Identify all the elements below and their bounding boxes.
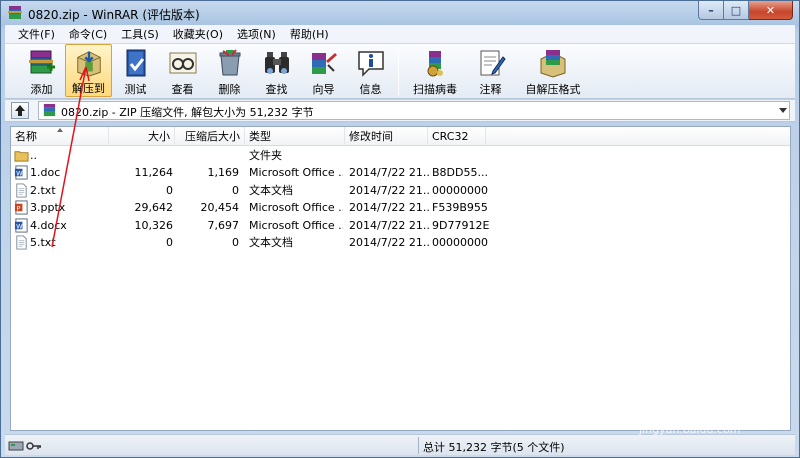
baidu-jingyan-watermark: Bai du 经验 jingyan.baidu.com — [615, 392, 751, 436]
delete-label: 删除 — [218, 83, 241, 96]
find-button[interactable]: 查找 — [253, 44, 300, 97]
view-label: 查看 — [171, 83, 194, 96]
svg-text:W: W — [16, 222, 23, 230]
test-label: 测试 — [124, 83, 147, 96]
list-item[interactable]: W 1.doc 11,264 1,169 Microsoft Office ..… — [11, 164, 790, 181]
toolbar-separator — [398, 47, 399, 95]
menu-options[interactable]: 选项(N) — [230, 26, 283, 42]
toolbar: 添加 解压到 测试 查看 删除 查找 向导 信息 扫描病毒 注释 自解压格式 — [5, 44, 795, 99]
svg-text:W: W — [16, 170, 23, 178]
svg-text:du: du — [671, 392, 708, 422]
column-packed[interactable]: 压缩后大小 — [175, 127, 245, 146]
list-item[interactable]: W 4.docx 10,326 7,697 Microsoft Office .… — [11, 217, 790, 234]
status-divider — [418, 437, 419, 454]
extract-to-icon — [76, 51, 101, 77]
add-label: 添加 — [30, 83, 53, 96]
window-title: 0820.zip - WinRAR (评估版本) — [28, 8, 200, 22]
test-button[interactable]: 测试 — [112, 44, 159, 97]
add-button[interactable]: 添加 — [18, 44, 65, 97]
minimize-button[interactable]: – — [698, 1, 724, 20]
extract-to-label: 解压到 — [72, 82, 105, 95]
wizard-icon — [311, 53, 337, 74]
wizard-button[interactable]: 向导 — [300, 44, 347, 97]
word-doc-icon: W — [14, 165, 28, 180]
list-item[interactable]: .. 文件夹 — [11, 147, 790, 164]
virus-scan-button[interactable]: 扫描病毒 — [403, 44, 467, 97]
svg-text:P: P — [16, 204, 20, 212]
status-total: 总计 51,232 字节(5 个文件) — [423, 441, 565, 454]
column-crc32[interactable]: CRC32 — [428, 127, 486, 146]
text-file-icon — [16, 183, 27, 198]
menu-commands[interactable]: 命令(C) — [62, 26, 114, 42]
menu-favorites[interactable]: 收藏夹(O) — [166, 26, 230, 42]
info-icon — [357, 51, 384, 77]
file-list[interactable]: 名称 大小 压缩后大小 类型 修改时间 CRC32 .. 文件夹 W 1.doc… — [10, 126, 791, 431]
column-header: 名称 大小 压缩后大小 类型 修改时间 CRC32 — [11, 127, 790, 146]
comment-icon — [480, 50, 506, 76]
status-bar: 总计 51,232 字节(5 个文件) — [5, 434, 795, 455]
find-binoculars-icon — [264, 52, 289, 74]
extract-to-button[interactable]: 解压到 — [65, 44, 112, 97]
word-doc-icon: W — [14, 218, 28, 233]
title-bar[interactable]: 0820.zip - WinRAR (评估版本) – □ ✕ — [1, 1, 799, 25]
archive-path: 0820.zip - ZIP 压缩文件, 解包大小为 51,232 字节 — [61, 106, 314, 119]
powerpoint-icon: P — [14, 200, 28, 215]
folder-icon — [14, 151, 29, 162]
file-rows: .. 文件夹 W 1.doc 11,264 1,169 Microsoft Of… — [11, 147, 790, 251]
svg-text:经验: 经验 — [707, 396, 751, 421]
virus-scan-label: 扫描病毒 — [413, 83, 457, 96]
column-size[interactable]: 大小 — [109, 127, 175, 146]
winrar-app-icon — [8, 6, 22, 19]
text-file-icon — [16, 235, 27, 250]
sfx-label: 自解压格式 — [525, 83, 581, 96]
list-item[interactable]: 5.txt 0 0 文本文档 2014/7/22 21... 00000000 — [11, 234, 790, 251]
up-folder-button[interactable] — [11, 102, 29, 119]
sfx-button[interactable]: 自解压格式 — [514, 44, 592, 97]
menu-bar: 文件(F) 命令(C) 工具(S) 收藏夹(O) 选项(N) 帮助(H) — [5, 25, 795, 44]
column-type[interactable]: 类型 — [245, 127, 345, 146]
info-button[interactable]: 信息 — [347, 44, 394, 97]
menu-file[interactable]: 文件(F) — [11, 26, 62, 42]
delete-icon — [219, 49, 240, 76]
wizard-label: 向导 — [312, 83, 335, 96]
sfx-icon — [540, 50, 566, 78]
maximize-button[interactable]: □ — [724, 1, 749, 20]
view-button[interactable]: 查看 — [159, 44, 206, 97]
close-button[interactable]: ✕ — [749, 1, 793, 20]
up-arrow-icon — [15, 105, 25, 116]
archive-path-combobox[interactable]: 0820.zip - ZIP 压缩文件, 解包大小为 51,232 字节 — [38, 101, 790, 120]
add-books-icon — [28, 50, 55, 74]
list-item[interactable]: 2.txt 0 0 文本文档 2014/7/22 21... 00000000 — [11, 182, 790, 199]
info-label: 信息 — [359, 83, 382, 96]
column-modified[interactable]: 修改时间 — [345, 127, 428, 146]
find-label: 查找 — [265, 83, 288, 96]
list-item[interactable]: P 3.pptx 29,642 20,454 Microsoft Office … — [11, 199, 790, 216]
menu-tools[interactable]: 工具(S) — [114, 26, 166, 42]
sort-ascending-icon — [57, 128, 63, 132]
svg-text:Bai: Bai — [615, 392, 661, 422]
view-glasses-icon — [169, 52, 196, 74]
svg-text:jingyan.baidu.com: jingyan.baidu.com — [638, 423, 741, 436]
chevron-down-icon[interactable] — [779, 108, 787, 113]
winrar-window: 0820.zip - WinRAR (评估版本) – □ ✕ 文件(F) 命令(… — [0, 0, 800, 458]
virus-scan-icon — [427, 51, 443, 77]
menu-help[interactable]: 帮助(H) — [283, 26, 336, 42]
comment-label: 注释 — [479, 83, 502, 96]
test-icon — [126, 49, 145, 77]
window-controls: – □ ✕ — [698, 1, 793, 20]
drive-key-icon — [8, 441, 41, 451]
delete-button[interactable]: 删除 — [206, 44, 253, 97]
comment-button[interactable]: 注释 — [467, 44, 514, 97]
winrar-archive-icon — [43, 103, 56, 117]
address-bar: 0820.zip - ZIP 压缩文件, 解包大小为 51,232 字节 — [5, 100, 795, 122]
